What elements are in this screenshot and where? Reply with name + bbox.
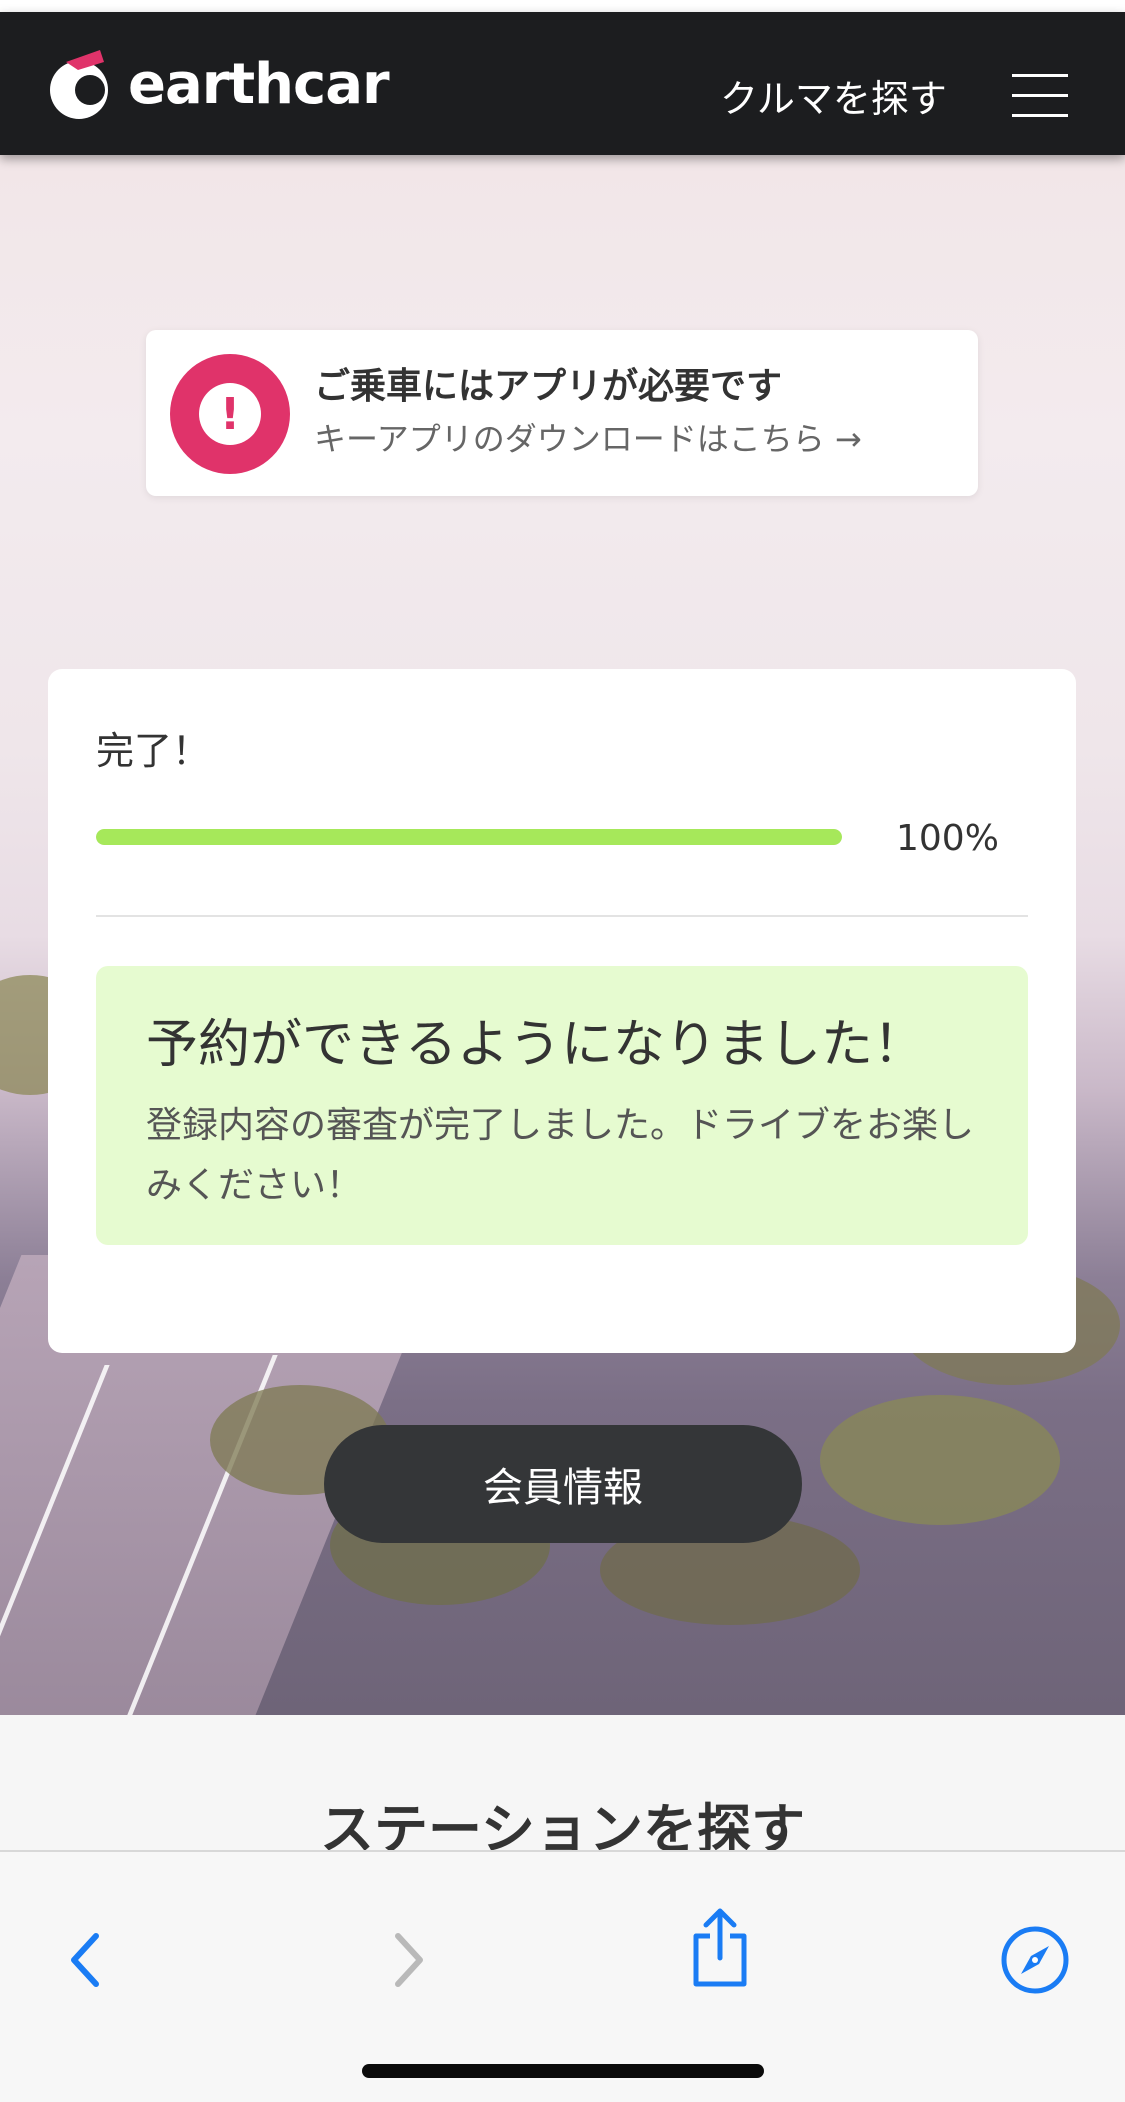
progress-percent: 100%	[896, 818, 999, 859]
site-header: earthcar クルマを探す	[0, 12, 1125, 155]
bush-shape	[820, 1395, 1060, 1525]
success-message-box: 予約ができるようになりました！ 登録内容の審査が完了しました。ドライブをお楽しみ…	[96, 966, 1028, 1245]
earthcar-logo[interactable]: earthcar	[48, 42, 390, 128]
registration-status-card: 完了！ 100% 予約ができるようになりました！ 登録内容の審査が完了しました。…	[48, 669, 1076, 1353]
success-body: 登録内容の審査が完了しました。ドライブをお楽しみください！	[146, 1105, 975, 1206]
exclamation-icon: !	[170, 354, 290, 474]
status-bar	[0, 0, 1125, 12]
app-download-link[interactable]: キーアプリのダウンロードはこちら →	[314, 416, 862, 462]
brand-name: earthcar	[128, 52, 390, 117]
app-required-notice[interactable]: ! ご乗車にはアプリが必要です キーアプリのダウンロードはこちら →	[146, 330, 978, 496]
home-indicator	[362, 2064, 764, 2078]
progress-bar	[96, 829, 842, 845]
chevron-right-icon[interactable]	[368, 1920, 448, 2000]
compass-icon[interactable]	[995, 1920, 1075, 2000]
share-icon[interactable]	[680, 1908, 760, 1988]
browser-toolbar	[0, 1850, 1125, 2102]
member-info-button[interactable]: 会員情報	[324, 1425, 802, 1543]
status-label: 完了！	[96, 729, 211, 773]
find-car-link[interactable]: クルマを探す	[720, 74, 947, 124]
hamburger-menu-icon[interactable]	[1012, 74, 1068, 118]
divider	[96, 915, 1028, 917]
notice-title: ご乗車にはアプリが必要です	[314, 366, 783, 407]
success-title: 予約ができるようになりました！	[146, 1015, 925, 1075]
earthcar-logo-mark-icon	[50, 50, 108, 119]
progress-bar-fill	[96, 829, 842, 845]
chevron-left-icon[interactable]	[46, 1920, 126, 2000]
